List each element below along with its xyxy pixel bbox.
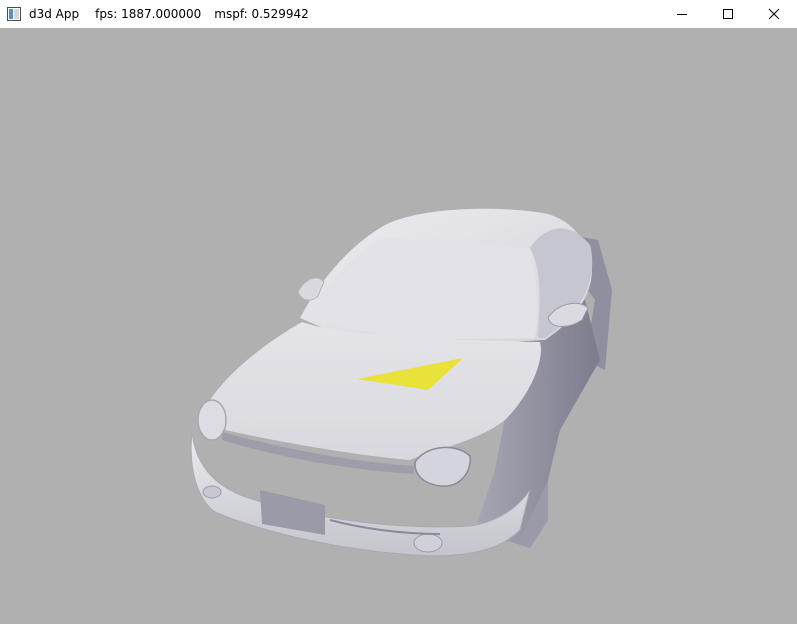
- window-controls: [659, 0, 797, 28]
- window-app-icon: [6, 6, 22, 22]
- title-bar[interactable]: d3d App fps: 1887.000000 mspf: 0.529942: [0, 0, 797, 28]
- app-window: d3d App fps: 1887.000000 mspf: 0.529942: [0, 0, 797, 624]
- close-icon: [768, 8, 780, 20]
- minimize-button[interactable]: [659, 0, 705, 28]
- car-right-foglight: [413, 533, 443, 553]
- maximize-button[interactable]: [705, 0, 751, 28]
- car-left-headlight: [197, 399, 227, 441]
- fps-readout: fps: 1887.000000: [95, 7, 202, 21]
- window-title: d3d App: [29, 7, 80, 21]
- car-left-foglight: [202, 485, 222, 499]
- car-right-headlight: [414, 446, 471, 487]
- render-viewport[interactable]: [0, 28, 797, 624]
- car-hood: [210, 322, 541, 460]
- mspf-readout: mspf: 0.529942: [214, 7, 309, 21]
- car-windshield: [305, 238, 538, 340]
- close-button[interactable]: [751, 0, 797, 28]
- car-model-render: [190, 208, 612, 557]
- maximize-icon: [723, 9, 733, 19]
- minimize-icon: [677, 14, 687, 15]
